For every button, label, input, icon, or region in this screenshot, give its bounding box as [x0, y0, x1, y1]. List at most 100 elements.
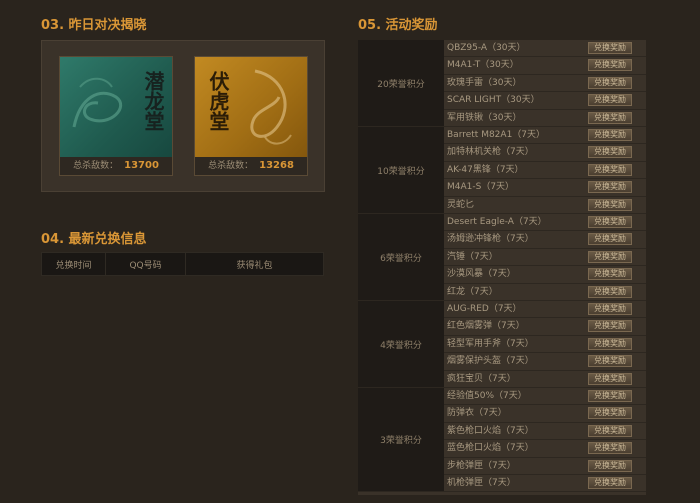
redeem-button[interactable]: 兑换奖励	[588, 390, 632, 402]
reward-item-name: 步枪弹匣（7天）	[447, 460, 516, 471]
redeem-button[interactable]: 兑换奖励	[588, 233, 632, 246]
redeem-button[interactable]: 兑换奖励	[588, 337, 632, 350]
reward-item-name: 蓝色枪口火焰（7天）	[447, 443, 534, 454]
redeem-button[interactable]: 兑换奖励	[588, 181, 632, 194]
kill-label: 总杀敌数：	[208, 161, 254, 171]
reward-row: 疯狂宝贝（7天） 兑换奖励	[444, 371, 646, 388]
reward-row: 经验值50%（7天） 兑换奖励	[444, 388, 646, 406]
reward-item-name: 经验值50%（7天）	[447, 391, 527, 401]
redeem-button[interactable]: 兑换奖励	[588, 216, 632, 228]
team-card-fuhu: 伏虎堂 总杀敌数： 13268	[194, 56, 308, 176]
reward-row: 烟雾保护头盔（7天） 兑换奖励	[444, 353, 646, 371]
reward-item-name: M4A1-S（7天）	[447, 182, 515, 193]
redeem-button[interactable]: 兑换奖励	[588, 76, 632, 89]
reward-item-name: 防弹衣（7天）	[447, 408, 507, 419]
reward-item-name: SCAR LIGHT（30天）	[447, 95, 540, 106]
reward-item-name: Barrett M82A1（7天）	[447, 130, 546, 140]
redeem-button[interactable]: 兑换奖励	[588, 163, 632, 176]
reward-row: 防弹衣（7天） 兑换奖励	[444, 405, 646, 423]
reward-group-label: 20荣誉积分	[358, 40, 444, 127]
reward-row: Desert Eagle-A（7天） 兑换奖励	[444, 214, 646, 232]
exchange-table-header: 兑换时间 QQ号码 获得礼包	[41, 252, 324, 276]
reward-item-name: AUG-RED（7天）	[447, 304, 522, 314]
reward-item-name: 加特林机关枪（7天）	[447, 147, 534, 158]
reward-item-name: M4A1-T（30天）	[447, 60, 519, 71]
redeem-button[interactable]: 兑换奖励	[588, 129, 632, 141]
reward-item-name: 疯狂宝贝（7天）	[447, 373, 516, 384]
reward-item-name: 红色烟雾弹（7天）	[447, 321, 525, 332]
redeem-button[interactable]: 兑换奖励	[588, 268, 632, 281]
kill-count: 13700	[124, 160, 159, 171]
reward-row: 红龙（7天） 兑换奖励	[444, 284, 646, 301]
reward-group-label: 4荣誉积分	[358, 301, 444, 388]
reward-group: 6荣誉积分 Desert Eagle-A（7天） 兑换奖励 汤姆逊冲锋枪（7天） 兑换奖…	[358, 214, 646, 301]
reward-group: 20荣誉积分 QBZ95-A（30天） 兑换奖励 M4A1-T（30天） 兑换奖励 玫瑰手…	[358, 40, 646, 127]
redeem-button[interactable]: 兑换奖励	[588, 459, 632, 472]
redeem-button[interactable]: 兑换奖励	[588, 320, 632, 333]
kill-count: 13268	[259, 160, 294, 171]
reward-row: 加特林机关枪（7天） 兑换奖励	[444, 144, 646, 162]
redeem-button[interactable]: 兑换奖励	[588, 250, 632, 263]
reward-item-name: 轻型军用手斧（7天）	[447, 338, 534, 349]
redeem-button[interactable]: 兑换奖励	[588, 477, 632, 489]
reward-group: 4荣誉积分 AUG-RED（7天） 兑换奖励 红色烟雾弹（7天） 兑换奖励 轻型军用手斧（…	[358, 301, 646, 388]
reward-item-name: QBZ95-A（30天）	[447, 43, 526, 53]
reward-item-name: 玫瑰手雷（30天）	[447, 77, 522, 88]
reward-item-name: AK-47黑锋（7天）	[447, 164, 524, 175]
reward-group: 10荣誉积分 Barrett M82A1（7天） 兑换奖励 加特林机关枪（7天） 兑换奖…	[358, 127, 646, 214]
reward-row: 军用铁锹（30天） 兑换奖励	[444, 110, 646, 127]
reward-row: 灵蛇匕 兑换奖励	[444, 197, 646, 214]
redeem-button[interactable]: 兑换奖励	[588, 198, 632, 211]
redeem-button[interactable]: 兑换奖励	[588, 146, 632, 159]
reward-group-label: 6荣誉积分	[358, 214, 444, 301]
reward-group-label: 10荣誉积分	[358, 127, 444, 214]
section-title-duel: 03. 昨日对决揭晓	[41, 18, 147, 33]
redeem-button[interactable]: 兑换奖励	[588, 424, 632, 437]
reward-row: SCAR LIGHT（30天） 兑换奖励	[444, 92, 646, 110]
reward-row: Barrett M82A1（7天） 兑换奖励	[444, 127, 646, 145]
redeem-button[interactable]: 兑换奖励	[588, 407, 632, 420]
redeem-button[interactable]: 兑换奖励	[588, 442, 632, 455]
reward-row: 沙漠风暴（7天） 兑换奖励	[444, 266, 646, 284]
reward-table: 20荣誉积分 QBZ95-A（30天） 兑换奖励 M4A1-T（30天） 兑换奖励 玫瑰手…	[358, 40, 646, 495]
reward-row: 蓝色枪口火焰（7天） 兑换奖励	[444, 440, 646, 458]
reward-row: QBZ95-A（30天） 兑换奖励	[444, 40, 646, 58]
reward-row: AK-47黑锋（7天） 兑换奖励	[444, 162, 646, 180]
kill-count-row: 总杀敌数： 13700	[60, 157, 172, 175]
kill-count-row: 总杀敌数： 13268	[195, 157, 307, 175]
reward-row: 汤姆逊冲锋枪（7天） 兑换奖励	[444, 231, 646, 249]
redeem-button[interactable]: 兑换奖励	[588, 42, 632, 54]
kill-label: 总杀敌数：	[73, 161, 119, 171]
redeem-button[interactable]: 兑换奖励	[588, 111, 632, 124]
reward-row: 步枪弹匣（7天） 兑换奖励	[444, 458, 646, 475]
tiger-emblem: 伏虎堂	[195, 57, 307, 157]
redeem-button[interactable]: 兑换奖励	[588, 59, 632, 72]
reward-row: AUG-RED（7天） 兑换奖励	[444, 301, 646, 319]
redeem-button[interactable]: 兑换奖励	[588, 355, 632, 368]
reward-row: M4A1-T（30天） 兑换奖励	[444, 57, 646, 75]
section-title-exchange: 04. 最新兑换信息	[41, 232, 147, 247]
reward-item-name: 紫色枪口火焰（7天）	[447, 425, 534, 436]
team-card-qianlong: 潜龙堂 总杀敌数： 13700	[59, 56, 173, 176]
reward-item-name: 机枪弹匣（7天）	[447, 478, 516, 488]
reward-group: 3荣誉积分 经验值50%（7天） 兑换奖励 防弹衣（7天） 兑换奖励 紫色枪口火焰（7天）…	[358, 388, 646, 493]
column-header-time: 兑换时间	[42, 253, 107, 275]
reward-item-name: 红龙（7天）	[447, 286, 498, 297]
reward-row: 汽锤（7天） 兑换奖励	[444, 249, 646, 267]
column-header-qq: QQ号码	[106, 253, 186, 275]
redeem-button[interactable]: 兑换奖励	[588, 303, 632, 315]
dragon-emblem: 潜龙堂	[60, 57, 172, 157]
reward-row: 玫瑰手雷（30天） 兑换奖励	[444, 75, 646, 93]
reward-row: M4A1-S（7天） 兑换奖励	[444, 179, 646, 197]
duel-panel: 潜龙堂 总杀敌数： 13700 伏虎堂 总杀敌数： 13268	[41, 40, 325, 192]
team-name-calligraphy: 伏虎堂	[206, 71, 230, 131]
reward-item-name: 烟雾保护头盔（7天）	[447, 356, 534, 367]
redeem-button[interactable]: 兑换奖励	[588, 372, 632, 385]
reward-row: 红色烟雾弹（7天） 兑换奖励	[444, 318, 646, 336]
reward-item-name: 灵蛇匕	[447, 199, 475, 210]
section-title-rewards: 05. 活动奖励	[358, 18, 438, 33]
redeem-button[interactable]: 兑换奖励	[588, 94, 632, 107]
reward-item-name: 军用铁锹（30天）	[447, 112, 522, 123]
reward-row: 轻型军用手斧（7天） 兑换奖励	[444, 336, 646, 354]
redeem-button[interactable]: 兑换奖励	[588, 285, 632, 298]
